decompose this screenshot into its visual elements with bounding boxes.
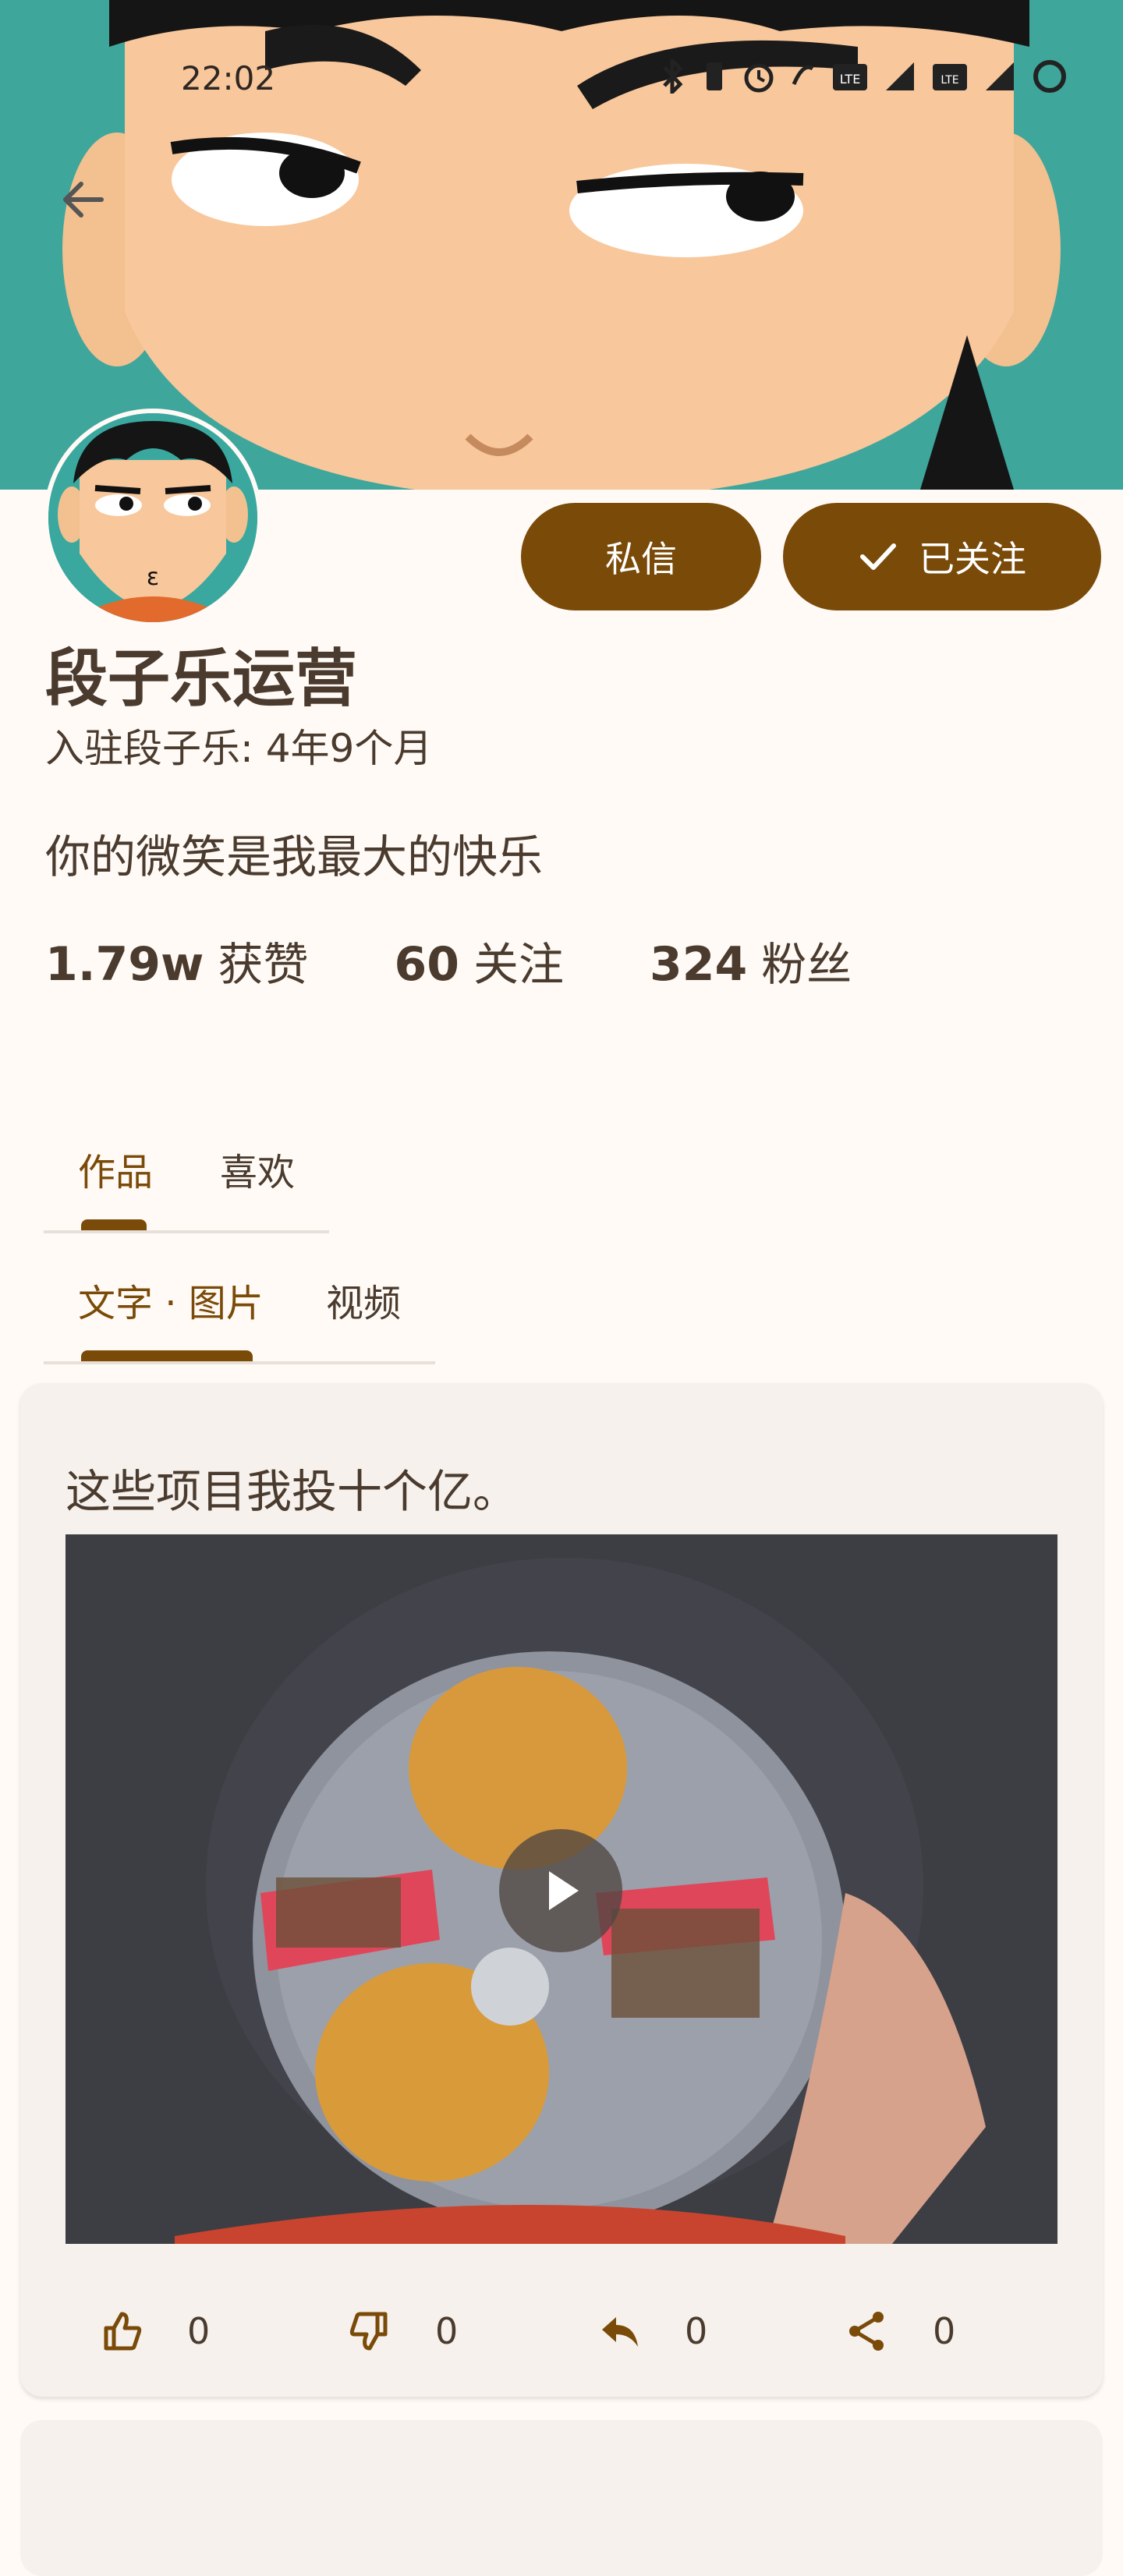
- profile-name: 段子乐运营: [45, 642, 357, 715]
- follow-button-label: 已关注: [919, 538, 1026, 580]
- tab-works[interactable]: 作品: [78, 1141, 153, 1196]
- profile-bio: 你的微笑是我最大的快乐: [45, 830, 544, 883]
- lte-icon: LTE: [833, 64, 867, 90]
- arrow-left-icon: [63, 182, 104, 218]
- message-button[interactable]: 私信: [521, 503, 761, 610]
- joined-duration: 入驻段子乐: 4年9个月: [45, 726, 433, 771]
- main-tab-bar: 作品 喜欢: [44, 1115, 329, 1233]
- status-icons: LTE LTE: [658, 55, 1068, 98]
- stat-followers[interactable]: 324 粉丝: [650, 928, 852, 993]
- bluetooth-icon: [663, 59, 683, 94]
- share-count: 0: [933, 2310, 956, 2352]
- message-button-label: 私信: [605, 538, 677, 580]
- vibrate-icon: [707, 62, 722, 90]
- stat-likes[interactable]: 1.79w 获赞: [45, 928, 308, 993]
- stat-following-label: 关注: [473, 938, 564, 991]
- volte-icon: LTE: [933, 64, 967, 90]
- play-icon: [549, 1871, 579, 1910]
- dislike-action[interactable]: 0: [346, 2292, 458, 2370]
- sub-tab-bar: 文字 · 图片 视频: [44, 1247, 435, 1364]
- share-icon: [849, 2312, 884, 2351]
- share-action[interactable]: 0: [844, 2292, 955, 2370]
- tab-text-image[interactable]: 文字 · 图片: [78, 1272, 264, 1327]
- stat-following[interactable]: 60 关注: [394, 928, 564, 993]
- tab-likes[interactable]: 喜欢: [220, 1141, 295, 1196]
- like-count: 0: [187, 2310, 211, 2352]
- thumbs-down-icon: [349, 2312, 388, 2351]
- avatar: ε: [44, 409, 262, 627]
- nfc-icon: [792, 65, 814, 86]
- stat-followers-label: 粉丝: [761, 938, 852, 991]
- stat-likes-value: 1.79w: [45, 937, 204, 992]
- signal-icon: [886, 62, 914, 90]
- follow-button[interactable]: 已关注: [783, 503, 1101, 610]
- checkmark-icon: [860, 543, 896, 570]
- profile-stats: 1.79w 获赞 60 关注 324 粉丝: [45, 928, 852, 993]
- signal-icon-2: [986, 62, 1014, 90]
- post-text: 这些项目我投十个亿。: [66, 1465, 519, 1518]
- sub-tab-indicator: [81, 1350, 253, 1361]
- thumbs-up-icon: [104, 2312, 142, 2351]
- reply-count: 0: [685, 2310, 708, 2352]
- back-button[interactable]: [44, 161, 122, 239]
- svg-text:ε: ε: [147, 564, 159, 591]
- play-button[interactable]: [499, 1829, 622, 1952]
- status-time: 22:02: [181, 59, 276, 97]
- dislike-count: 0: [435, 2310, 459, 2352]
- stat-followers-value: 324: [650, 937, 748, 992]
- post-actions-bar: 0 0 0 0: [66, 2292, 1057, 2370]
- stat-likes-label: 获赞: [218, 938, 309, 991]
- alarm-icon: [744, 63, 774, 93]
- main-tab-indicator: [81, 1219, 147, 1230]
- svg-text:LTE: LTE: [840, 72, 861, 87]
- next-post-card[interactable]: [20, 2420, 1103, 2576]
- stat-following-value: 60: [394, 937, 459, 992]
- svg-text:LTE: LTE: [941, 74, 958, 87]
- reply-action[interactable]: 0: [596, 2292, 707, 2370]
- like-action[interactable]: 0: [98, 2292, 210, 2370]
- tab-video[interactable]: 视频: [326, 1272, 401, 1327]
- loading-ring-icon: [1033, 60, 1066, 93]
- reply-icon: [602, 2317, 638, 2347]
